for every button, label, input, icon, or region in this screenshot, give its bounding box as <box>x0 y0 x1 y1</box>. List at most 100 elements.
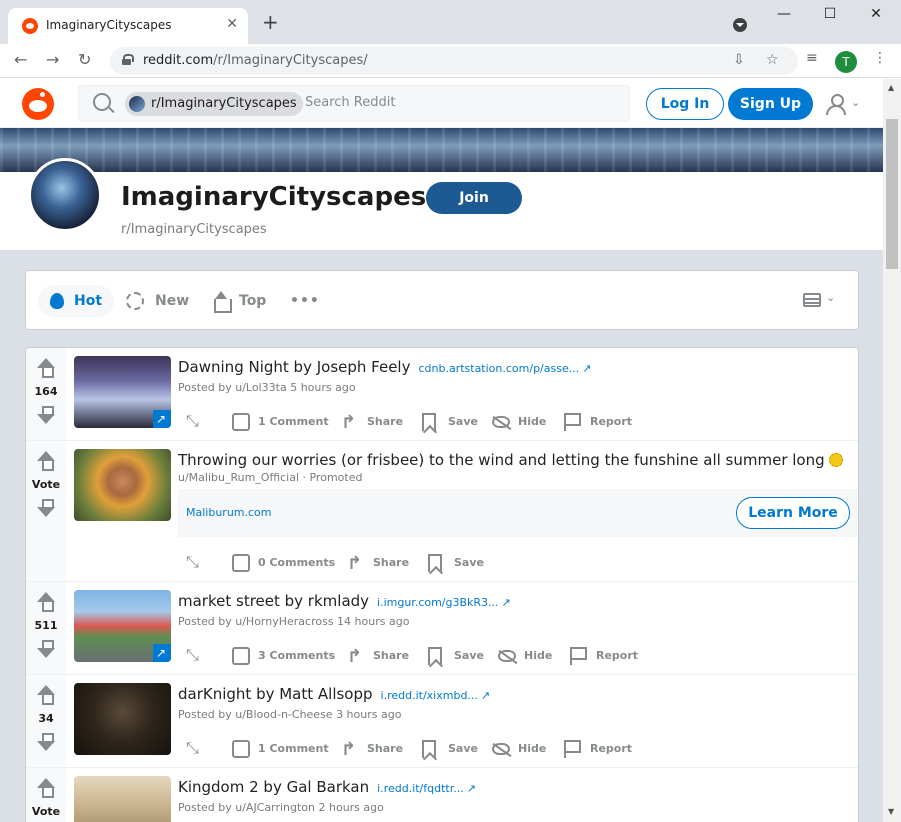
new-tab-button[interactable]: + <box>262 12 279 32</box>
post-thumbnail[interactable] <box>74 683 171 755</box>
downvote-icon[interactable] <box>37 733 55 751</box>
post-card[interactable]: Vote Kingdom 2 by Gal Barkan i.redd.it/fq… <box>26 768 858 822</box>
post-domain[interactable]: i.imgur.com/g3BkR3... <box>377 596 499 609</box>
downvote-icon[interactable] <box>37 499 55 517</box>
search-scope-chip[interactable]: r/ImaginaryCityscapes <box>125 92 303 116</box>
post-meta: Posted by u/AJCarrington 2 hours ago <box>178 801 384 814</box>
subreddit-title: ImaginaryCityscapes <box>121 182 427 212</box>
report-button[interactable]: Report <box>570 642 638 670</box>
signup-button[interactable]: Sign Up <box>728 88 813 120</box>
post-thumbnail[interactable] <box>74 590 171 662</box>
save-button[interactable]: Save <box>428 549 484 577</box>
browser-menu-icon[interactable]: ⋮ <box>873 50 887 66</box>
post-actions: 1 Comment Share Save Hide Report <box>178 408 838 437</box>
reload-icon[interactable]: ↻ <box>78 50 91 69</box>
comments-button[interactable]: 1 Comment <box>232 408 329 436</box>
upvote-icon[interactable] <box>37 592 55 612</box>
expand-icon[interactable] <box>186 645 204 665</box>
comments-button[interactable]: 3 Comments <box>232 642 335 670</box>
comments-button[interactable]: 1 Comment <box>232 735 329 763</box>
share-button[interactable]: Share <box>347 642 409 671</box>
media-queue-icon[interactable]: ≡ <box>806 50 818 66</box>
report-button[interactable]: Report <box>564 735 632 763</box>
post-title[interactable]: Kingdom 2 by Gal Barkan i.redd.it/fqdttr.… <box>178 778 476 796</box>
post-card[interactable]: 34 darKnight by Matt Allsopp i.redd.it/xi… <box>26 675 858 768</box>
share-button[interactable]: Share <box>347 549 409 578</box>
save-button[interactable]: Save <box>422 408 478 436</box>
scroll-down-icon[interactable]: ▼ <box>888 807 894 816</box>
post-title[interactable]: Dawning Night by Joseph Feely cdnb.artsta… <box>178 358 591 376</box>
post-domain[interactable]: i.redd.it/xixmbd... <box>381 689 478 702</box>
hide-button[interactable]: Hide <box>492 735 546 763</box>
lock-icon <box>122 54 134 65</box>
sort-top-tab[interactable]: Top <box>212 285 266 317</box>
search-bar[interactable]: r/ImaginaryCityscapes Search Reddit <box>78 85 630 122</box>
report-button[interactable]: Report <box>564 408 632 436</box>
share-button[interactable]: Share <box>341 735 403 764</box>
window-close-button[interactable]: ✕ <box>866 6 886 22</box>
post-thumbnail[interactable] <box>74 449 171 521</box>
expand-icon[interactable] <box>186 738 204 758</box>
tab-search-icon[interactable] <box>733 18 747 32</box>
hide-button[interactable]: Hide <box>498 642 552 670</box>
install-app-icon[interactable]: ⇩ <box>733 52 745 68</box>
expand-icon[interactable] <box>186 552 204 572</box>
maximize-button[interactable]: ☐ <box>820 6 840 22</box>
downvote-icon[interactable] <box>37 640 55 658</box>
external-link-icon[interactable]: ↗ <box>502 596 511 609</box>
promoted-post-card[interactable]: Vote Throwing our worries (or frisbee) t… <box>26 441 858 582</box>
scroll-thumb[interactable] <box>886 119 898 269</box>
post-title[interactable]: market street by rkmlady i.imgur.com/g3Bk… <box>178 592 511 610</box>
save-button[interactable]: Save <box>422 735 478 763</box>
post-card[interactable]: 511 market street by rkmladyi.imgur.com/… <box>26 582 858 675</box>
expand-icon[interactable] <box>186 411 204 431</box>
external-link-icon[interactable]: ↗ <box>481 689 490 702</box>
post-domain[interactable]: cdnb.artstation.com/p/asse... <box>418 362 579 375</box>
hide-button[interactable]: Hide <box>492 408 546 436</box>
sort-hot-tab[interactable]: Hot <box>38 285 115 317</box>
external-link-icon[interactable] <box>153 410 171 428</box>
page-scrollbar[interactable]: ▲ ▼ <box>883 79 901 822</box>
sort-new-tab[interactable]: New <box>126 285 189 317</box>
chevron-down-icon[interactable]: ⌄ <box>826 291 835 304</box>
eye-slash-icon <box>492 743 510 755</box>
downvote-icon[interactable] <box>37 406 55 424</box>
tab-close-icon[interactable]: ✕ <box>226 16 238 32</box>
promo-link[interactable]: Maliburum.com <box>186 506 272 519</box>
join-button[interactable]: Join <box>426 182 522 214</box>
external-link-icon[interactable]: ↗ <box>467 782 476 795</box>
share-button[interactable]: Share <box>341 408 403 437</box>
bookmark-star-icon[interactable]: ☆ <box>766 52 779 68</box>
post-title[interactable]: darKnight by Matt Allsopp i.redd.it/xixmb… <box>178 685 490 703</box>
post-card[interactable]: 164 Dawning Night by Joseph Feelycdnb.ar… <box>26 348 858 441</box>
view-layout-icon[interactable] <box>803 293 821 307</box>
post-thumbnail[interactable] <box>74 776 171 822</box>
address-bar[interactable]: reddit.com/r/ImaginaryCityscapes/ ⇩ ☆ <box>110 47 798 75</box>
upvote-icon[interactable] <box>37 685 55 705</box>
login-button[interactable]: Log In <box>646 88 724 120</box>
external-link-icon[interactable] <box>153 644 171 662</box>
external-link-icon[interactable]: ↗ <box>582 362 591 375</box>
user-icon[interactable] <box>826 94 846 115</box>
reddit-logo-icon[interactable] <box>22 88 54 120</box>
chevron-down-icon[interactable]: ⌄ <box>851 96 860 109</box>
search-input[interactable]: Search Reddit <box>305 95 395 110</box>
post-title[interactable]: Throwing our worries (or frisbee) to the… <box>178 451 844 469</box>
post-domain[interactable]: i.redd.it/fqdttr... <box>377 782 464 795</box>
browser-tab[interactable]: ImaginaryCityscapes ✕ <box>8 8 248 44</box>
learn-more-button[interactable]: Learn More <box>736 497 850 529</box>
forward-arrow-icon[interactable]: → <box>46 50 59 69</box>
profile-avatar[interactable]: T <box>835 51 857 73</box>
save-button[interactable]: Save <box>428 642 484 670</box>
upvote-icon[interactable] <box>37 358 55 378</box>
post-thumbnail[interactable] <box>74 356 171 428</box>
upvote-icon[interactable] <box>37 451 55 471</box>
upvote-icon[interactable] <box>37 778 55 798</box>
back-arrow-icon[interactable]: ← <box>14 50 27 69</box>
url-text: reddit.com/r/ImaginaryCityscapes/ <box>143 53 368 68</box>
more-options-icon[interactable]: ••• <box>290 285 320 317</box>
minimize-button[interactable]: — <box>774 6 794 22</box>
scroll-up-icon[interactable]: ▲ <box>888 83 894 92</box>
comments-button[interactable]: 0 Comments <box>232 549 335 577</box>
post-meta: u/Malibu_Rum_Official · Promoted <box>178 471 363 484</box>
